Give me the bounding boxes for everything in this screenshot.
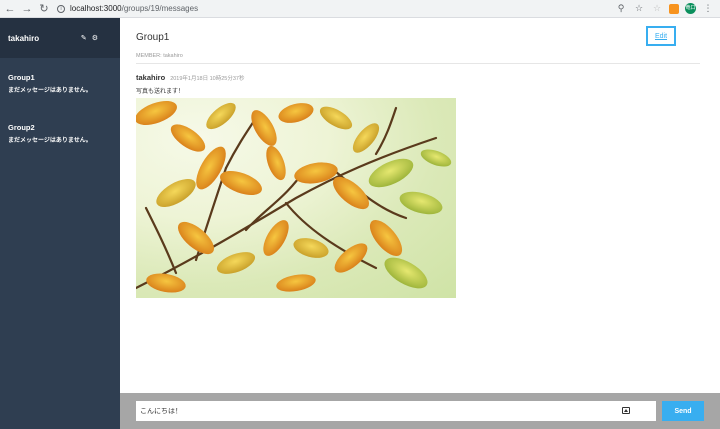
- message-input[interactable]: [140, 407, 620, 415]
- edit-group-button[interactable]: Edit: [646, 26, 676, 46]
- edit-icon[interactable]: ✎: [81, 34, 87, 42]
- image-upload-icon[interactable]: [622, 407, 630, 414]
- message-image: [136, 98, 456, 298]
- group-list-item[interactable]: Group2 まだメッセージはありません。: [0, 115, 120, 152]
- profile-avatar[interactable]: 竜口: [685, 3, 696, 14]
- extension-icon[interactable]: ☆: [651, 3, 663, 14]
- current-user-name: takahiro: [8, 33, 40, 43]
- chat-header: Group1 MEMBER: takahiro Edit: [136, 26, 700, 64]
- reload-icon[interactable]: ↻: [37, 2, 51, 16]
- group-list: Group1 まだメッセージはありません。 Group2 まだメッセージはありま…: [0, 58, 120, 152]
- info-icon[interactable]: i: [57, 4, 65, 13]
- url-path: /groups/19/messages: [121, 4, 199, 13]
- address-bar[interactable]: i localhost:3000/groups/19/messages: [57, 1, 615, 16]
- menu-icon[interactable]: ⋮: [702, 3, 714, 14]
- gear-icon[interactable]: ⚙: [92, 34, 98, 42]
- sidebar: takahiro ✎ ⚙ Group1 まだメッセージはありません。 Group…: [0, 18, 120, 429]
- message-form: Send: [120, 393, 720, 429]
- page-title: Group1: [136, 32, 170, 43]
- group-last-message: まだメッセージはありません。: [8, 138, 92, 144]
- chat-main: Group1 MEMBER: takahiro Edit takahiro 20…: [120, 18, 720, 429]
- bookmark-star-icon[interactable]: ☆: [633, 3, 645, 14]
- group-last-message: まだメッセージはありません。: [8, 88, 92, 94]
- message-input-wrapper: [136, 401, 656, 421]
- member-list: MEMBER: takahiro: [136, 53, 183, 59]
- browser-toolbar: ← → ↻ i localhost:3000/groups/19/message…: [0, 0, 720, 18]
- send-button[interactable]: Send: [662, 401, 704, 421]
- forward-icon[interactable]: →: [20, 2, 34, 16]
- group-name: Group2: [8, 123, 35, 132]
- url-host: localhost:3000: [70, 4, 122, 13]
- sidebar-header: takahiro ✎ ⚙: [0, 18, 120, 58]
- autumn-leaves-photo: [136, 100, 452, 293]
- message-text: 写真も送れます！: [136, 89, 185, 95]
- rss-extension-icon[interactable]: [669, 3, 679, 14]
- group-name: Group1: [8, 73, 35, 82]
- zoom-icon[interactable]: ⚲: [615, 3, 627, 14]
- message-item: takahiro 2019年1月18日 10時25分37秒 写真も送れます！: [136, 73, 456, 298]
- back-icon[interactable]: ←: [3, 2, 17, 16]
- message-user: takahiro: [136, 73, 166, 82]
- message-date: 2019年1月18日 10時25分37秒: [170, 76, 245, 82]
- group-list-item[interactable]: Group1 まだメッセージはありません。: [0, 65, 120, 102]
